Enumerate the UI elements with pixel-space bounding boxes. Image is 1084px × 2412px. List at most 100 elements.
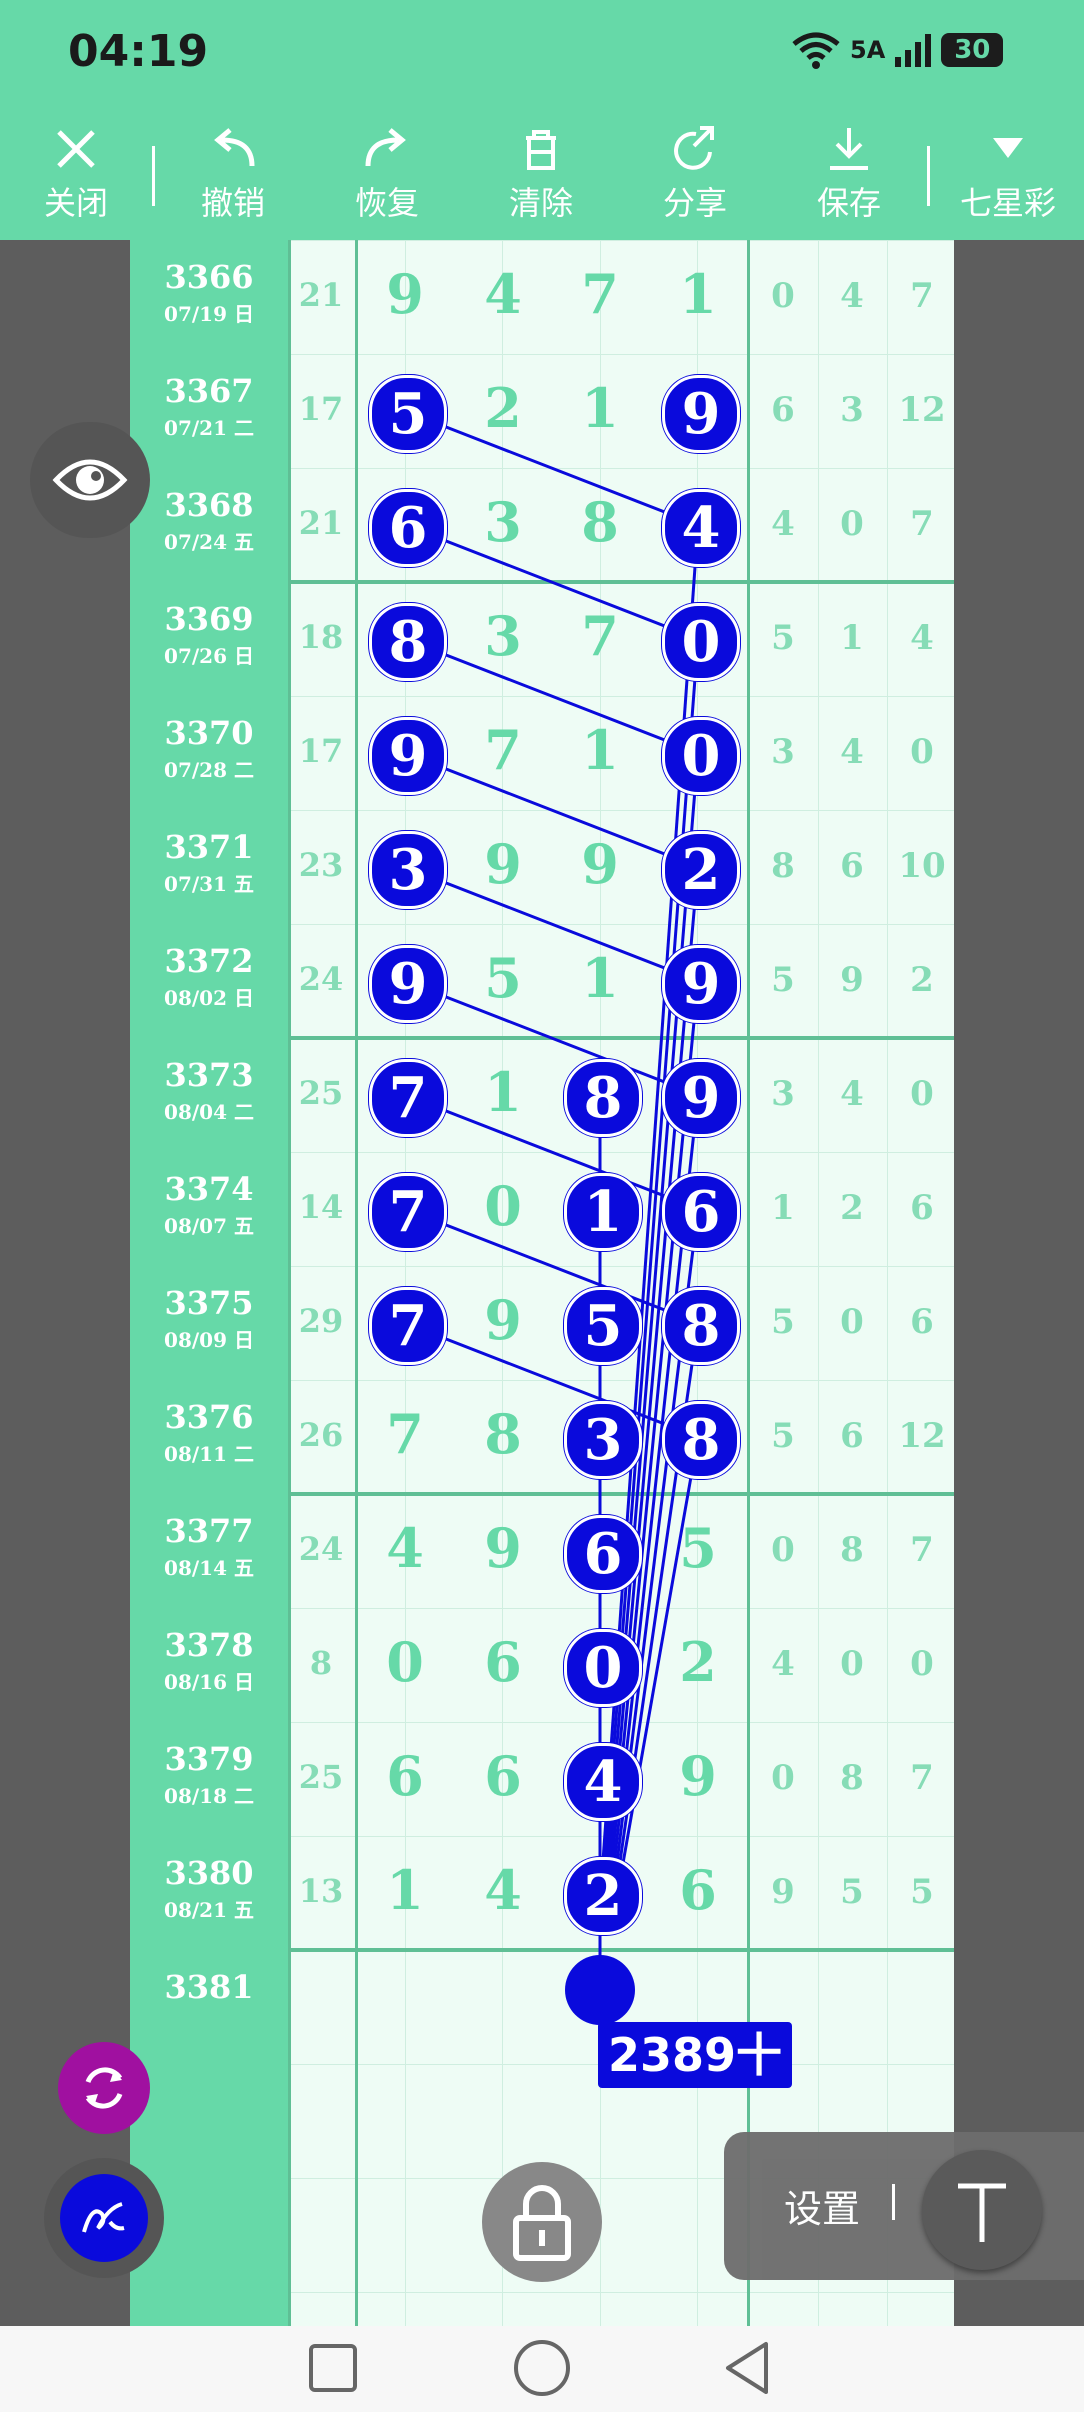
digit-cell[interactable]: 8: [560, 490, 640, 554]
highlighted-digit[interactable]: 3: [369, 831, 447, 909]
digit-cell[interactable]: 4: [463, 1858, 543, 1922]
tail-value: 4: [771, 504, 795, 544]
digit-cell[interactable]: 9: [658, 1744, 738, 1808]
save-button[interactable]: 保存: [789, 118, 909, 233]
undo-button[interactable]: 撤销: [173, 118, 293, 233]
lock-button[interactable]: [482, 2162, 602, 2282]
tail-value: 6: [840, 846, 864, 886]
digit-cell[interactable]: 1: [560, 946, 640, 1010]
digit-cell[interactable]: 0: [365, 1630, 445, 1694]
tail-value: 12: [898, 1416, 946, 1456]
highlighted-digit[interactable]: 8: [564, 1059, 642, 1137]
highlighted-digit[interactable]: 0: [662, 717, 740, 795]
digit-cell[interactable]: 7: [365, 1402, 445, 1466]
drag-marker[interactable]: [565, 1955, 635, 2025]
tail-value: 4: [840, 1074, 864, 1114]
highlighted-digit[interactable]: 7: [369, 1287, 447, 1365]
digit-cell[interactable]: 2: [658, 1630, 738, 1694]
highlighted-digit[interactable]: 3: [564, 1401, 642, 1479]
highlighted-digit[interactable]: 7: [369, 1173, 447, 1251]
highlighted-digit[interactable]: 9: [662, 945, 740, 1023]
tail-value: 0: [771, 1530, 795, 1570]
clear-label: 清除: [508, 184, 573, 222]
issue-number: 3381: [164, 1968, 254, 2006]
lottery-select-button[interactable]: 七星彩: [948, 118, 1068, 233]
home-icon[interactable]: [510, 2336, 574, 2400]
highlighted-digit[interactable]: 8: [662, 1401, 740, 1479]
close-label: 关闭: [43, 184, 108, 222]
digit-cell[interactable]: 5: [463, 946, 543, 1010]
download-icon: [830, 128, 868, 170]
issue-date: 07/21 二: [164, 416, 254, 440]
highlighted-digit[interactable]: 2: [662, 831, 740, 909]
highlighted-digit[interactable]: 0: [662, 603, 740, 681]
digit-cell[interactable]: 1: [560, 718, 640, 782]
highlighted-digit[interactable]: 0: [564, 1629, 642, 1707]
highlighted-digit[interactable]: 1: [564, 1173, 642, 1251]
highlighted-digit[interactable]: 4: [662, 489, 740, 567]
redo-button[interactable]: 恢复: [327, 118, 447, 233]
highlighted-digit[interactable]: 5: [369, 375, 447, 453]
digit-cell[interactable]: 8: [463, 1402, 543, 1466]
highlighted-digit[interactable]: 9: [369, 717, 447, 795]
digit-cell[interactable]: 6: [365, 1744, 445, 1808]
issue-date: 08/18 二: [164, 1784, 254, 1808]
highlighted-digit[interactable]: 8: [369, 603, 447, 681]
tail-value: 4: [840, 276, 864, 316]
visibility-toggle-button[interactable]: [30, 422, 150, 538]
digit-cell[interactable]: 1: [463, 1060, 543, 1124]
pen-tool-button[interactable]: [44, 2158, 164, 2278]
highlighted-digit[interactable]: 6: [662, 1173, 740, 1251]
highlighted-digit[interactable]: 2: [564, 1857, 642, 1935]
highlighted-digit[interactable]: 9: [662, 1059, 740, 1137]
highlighted-digit[interactable]: 4: [564, 1743, 642, 1821]
clear-button[interactable]: 清除: [481, 118, 601, 233]
issue-number: 3376: [164, 1398, 254, 1436]
highlighted-digit[interactable]: 9: [662, 375, 740, 453]
share-button[interactable]: 分享: [635, 118, 755, 233]
digit-cell[interactable]: 9: [560, 832, 640, 896]
sum-value: 21: [298, 504, 344, 542]
text-tool-button[interactable]: [922, 2150, 1042, 2270]
settings-label[interactable]: 设置: [784, 2178, 860, 2233]
grid-line: [288, 1608, 954, 1609]
row-header: 3378 08/16 日: [130, 1608, 288, 1723]
highlighted-digit[interactable]: 8: [662, 1287, 740, 1365]
tail-value: 0: [840, 504, 864, 544]
highlighted-digit[interactable]: 9: [369, 945, 447, 1023]
triangle-down-icon: [993, 138, 1023, 158]
back-icon[interactable]: [718, 2338, 778, 2398]
digit-cell[interactable]: 9: [365, 262, 445, 326]
digit-cell[interactable]: 9: [463, 1516, 543, 1580]
digit-cell[interactable]: 7: [560, 604, 640, 668]
digit-cell[interactable]: 6: [658, 1858, 738, 1922]
tail-value: 0: [840, 1644, 864, 1684]
highlighted-digit[interactable]: 6: [564, 1515, 642, 1593]
digit-cell[interactable]: 3: [463, 604, 543, 668]
recents-icon[interactable]: [303, 2338, 363, 2398]
digit-cell[interactable]: 6: [463, 1744, 543, 1808]
digit-cell[interactable]: 6: [463, 1630, 543, 1694]
digit-cell[interactable]: 1: [658, 262, 738, 326]
tail-value: 3: [771, 1074, 795, 1114]
digit-cell[interactable]: 9: [463, 1288, 543, 1352]
highlighted-digit[interactable]: 6: [369, 489, 447, 567]
digit-cell[interactable]: 7: [560, 262, 640, 326]
digit-cell[interactable]: 4: [365, 1516, 445, 1580]
digit-cell[interactable]: 5: [658, 1516, 738, 1580]
close-button[interactable]: 关闭: [16, 118, 136, 233]
highlighted-digit[interactable]: 5: [564, 1287, 642, 1365]
digit-cell[interactable]: 1: [560, 376, 640, 440]
digit-cell[interactable]: 3: [463, 490, 543, 554]
digit-cell[interactable]: 1: [365, 1858, 445, 1922]
highlighted-digit[interactable]: 7: [369, 1059, 447, 1137]
digit-cell[interactable]: 9: [463, 832, 543, 896]
digit-cell[interactable]: 0: [463, 1174, 543, 1238]
refresh-button[interactable]: [58, 2042, 150, 2134]
sum-value: 24: [298, 960, 344, 998]
digit-cell[interactable]: 7: [463, 718, 543, 782]
lottery-chart[interactable]: 3366 07/19 日 21 9 4 7 1 0 4 7 3367 07/21 二 17 2 1 6 3 12 3…: [130, 240, 954, 2327]
digit-cell[interactable]: 2: [463, 376, 543, 440]
digit-cell[interactable]: 4: [463, 262, 543, 326]
toolbar: 关闭 撤销 恢复 清除 分享 保存 七星彩: [0, 110, 1084, 240]
